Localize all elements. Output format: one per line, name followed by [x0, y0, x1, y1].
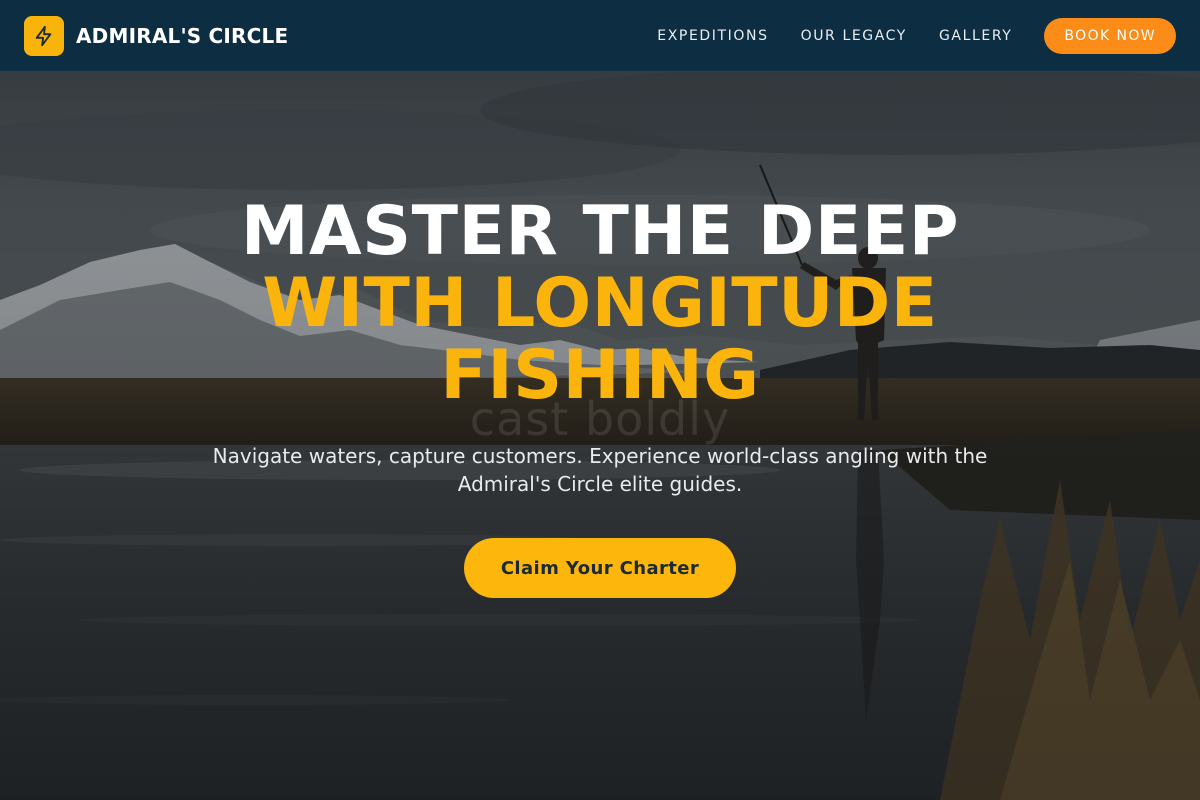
top-navigation: ADMIRAL'S CIRCLE EXPEDITIONS OUR LEGACY … — [0, 0, 1200, 72]
brand-logo-link[interactable]: ADMIRAL'S CIRCLE — [24, 15, 289, 56]
hero-subtitle: Navigate waters, capture customers. Expe… — [212, 444, 988, 496]
book-now-button[interactable]: BOOK NOW — [1044, 17, 1176, 54]
lightning-bolt-icon — [24, 15, 64, 56]
headline-line-1: MASTER THE DEEP — [240, 192, 960, 271]
headline-line-3: FISHING — [440, 336, 760, 415]
brand-name: ADMIRAL'S CIRCLE — [76, 23, 289, 48]
landing-page: ADMIRAL'S CIRCLE EXPEDITIONS OUR LEGACY … — [0, 0, 1200, 800]
hero-headline: MASTER THE DEEP WITH LONGITUDE FISHING — [0, 196, 1200, 412]
hero-content: MASTER THE DEEP WITH LONGITUDE FISHING — [0, 196, 1200, 412]
headline-line-2: WITH LONGITUDE — [262, 264, 938, 343]
claim-charter-button[interactable]: Claim Your Charter — [464, 538, 736, 598]
nav-link-gallery[interactable]: GALLERY — [939, 28, 1012, 44]
nav-link-expeditions[interactable]: EXPEDITIONS — [657, 28, 768, 44]
nav-links: EXPEDITIONS OUR LEGACY GALLERY BOOK NOW — [657, 17, 1176, 54]
nav-link-our-legacy[interactable]: OUR LEGACY — [801, 28, 907, 44]
